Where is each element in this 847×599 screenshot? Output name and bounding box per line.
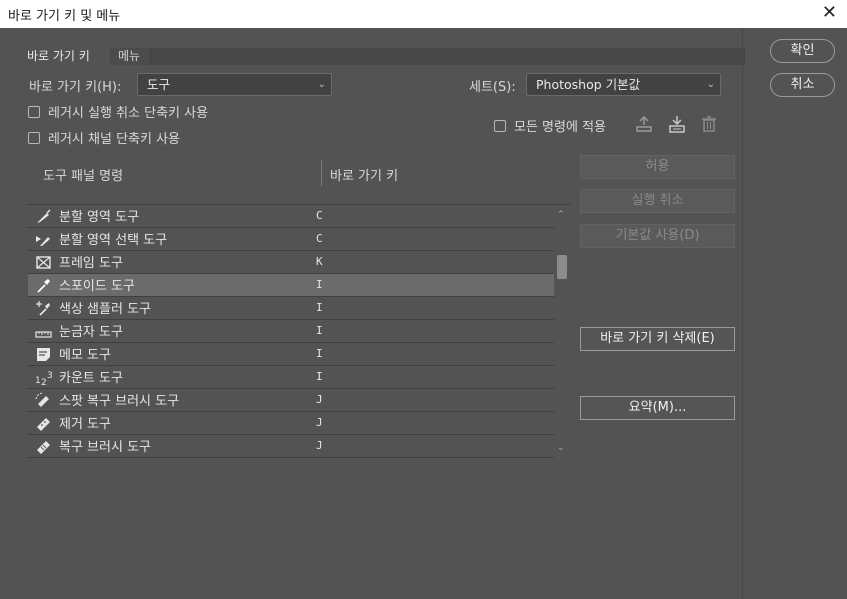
legacy-channel-label: 레거시 채널 단축키 사용	[48, 132, 180, 147]
row-command: 눈금자 도구	[59, 325, 123, 340]
close-icon[interactable]: ✕	[822, 2, 837, 23]
checkbox-box[interactable]	[28, 105, 40, 118]
save-set-icon[interactable]	[634, 114, 654, 134]
row-shortcut: I	[316, 301, 323, 314]
table-row[interactable]: 스팟 복구 브러시 도구 J	[28, 389, 554, 412]
row-shortcut: C	[316, 209, 323, 222]
use-default-button[interactable]: 기본값 사용(D)	[580, 224, 735, 248]
spot-healing-brush-icon	[35, 392, 49, 407]
row-command: 색상 샘플러 도구	[59, 302, 151, 317]
chevron-down-icon: ⌄	[706, 79, 715, 90]
undo-button[interactable]: 실행 취소	[580, 189, 735, 213]
shortcut-table: 분할 영역 도구 C 분할 영역 선택 도구 C 프레임 도구 K 스포이드 도…	[28, 204, 570, 458]
row-shortcut: K	[316, 255, 323, 268]
set-select[interactable]: Photoshop 기본값 ⌄	[526, 73, 721, 96]
tab-menus[interactable]: 메뉴	[111, 48, 149, 65]
new-set-icon[interactable]	[667, 114, 687, 134]
slice-select-tool-icon	[36, 236, 50, 246]
note-tool-icon	[37, 348, 50, 361]
shortcuts-for-value: 도구	[147, 77, 171, 92]
row-command: 스팟 복구 브러시 도구	[59, 394, 180, 409]
count-glyph-b: 2	[41, 378, 47, 386]
scroll-up-icon[interactable]: ⌃	[557, 210, 565, 220]
table-row[interactable]: 복구 브러시 도구 J	[28, 435, 554, 458]
row-command: 프레임 도구	[59, 256, 123, 271]
table-row[interactable]: 분할 영역 도구 C	[28, 205, 554, 228]
remove-tool-icon	[37, 418, 50, 431]
legacy-undo-checkbox[interactable]: 레거시 실행 취소 단축키 사용	[28, 102, 208, 121]
table-row[interactable]: 메모 도구 I	[28, 343, 554, 366]
healing-brush-icon	[37, 441, 50, 454]
table-row[interactable]: 눈금자 도구 I	[28, 320, 554, 343]
row-command: 카운트 도구	[59, 371, 123, 386]
window-title: 바로 가기 키 및 메뉴	[8, 9, 121, 24]
apply-all-checkbox[interactable]: 모든 명령에 적용	[494, 116, 606, 135]
delete-shortcut-button[interactable]: 바로 가기 키 삭제(E)	[580, 327, 735, 351]
row-shortcut: J	[316, 393, 323, 406]
apply-all-label: 모든 명령에 적용	[514, 120, 606, 135]
accept-button[interactable]: 허용	[580, 155, 735, 179]
count-glyph-c: 3	[47, 371, 52, 381]
table-scrollbar[interactable]: ⌃ ⌄	[555, 205, 569, 458]
scroll-thumb[interactable]	[557, 255, 567, 279]
column-header-command: 도구 패널 명령	[43, 169, 124, 184]
column-divider[interactable]	[321, 160, 322, 186]
column-header-shortcut: 바로 가기 키	[330, 169, 399, 184]
checkbox-box[interactable]	[28, 131, 40, 144]
table-row[interactable]: 제거 도구 J	[28, 412, 554, 435]
set-label: 세트(S):	[469, 80, 516, 95]
slice-tool-icon	[37, 209, 51, 223]
trash-icon[interactable]	[699, 114, 719, 134]
row-command: 분할 영역 선택 도구	[59, 233, 168, 248]
legacy-undo-label: 레거시 실행 취소 단축키 사용	[48, 106, 209, 121]
right-panel-divider	[742, 28, 743, 599]
ok-button[interactable]: 확인	[770, 39, 835, 63]
row-shortcut: I	[316, 324, 323, 337]
color-sampler-tool-icon	[36, 301, 50, 316]
tab-shortcuts[interactable]: 바로 가기 키	[20, 48, 110, 65]
cancel-button[interactable]: 취소	[770, 73, 835, 97]
table-row[interactable]: 분할 영역 선택 도구 C	[28, 228, 554, 251]
table-row[interactable]: 색상 샘플러 도구 I	[28, 297, 554, 320]
row-shortcut: C	[316, 232, 323, 245]
scroll-down-icon[interactable]: ⌄	[557, 443, 565, 453]
row-shortcut: J	[316, 439, 323, 452]
legacy-channel-checkbox[interactable]: 레거시 채널 단축키 사용	[28, 128, 180, 147]
shortcuts-for-select[interactable]: 도구 ⌄	[137, 73, 332, 96]
checkbox-box[interactable]	[494, 119, 506, 132]
row-shortcut: I	[316, 370, 323, 383]
table-row[interactable]: 스포이드 도구 I	[28, 274, 554, 297]
row-shortcut: I	[316, 347, 323, 360]
count-tool-icon: 1 2 3	[35, 371, 52, 386]
row-shortcut: I	[316, 278, 323, 291]
set-value: Photoshop 기본값	[536, 77, 641, 92]
eyedropper-tool-icon	[37, 279, 50, 293]
frame-tool-icon	[36, 256, 51, 269]
table-row[interactable]: 1 2 3 카운트 도구 I	[28, 366, 554, 389]
summarize-button[interactable]: 요약(M)...	[580, 396, 735, 420]
row-command: 제거 도구	[59, 417, 111, 432]
shortcuts-for-label: 바로 가기 키(H):	[29, 80, 122, 95]
chevron-down-icon: ⌄	[317, 79, 326, 90]
row-command: 복구 브러시 도구	[59, 440, 151, 455]
title-bar: 바로 가기 키 및 메뉴 ✕	[0, 0, 847, 28]
table-row[interactable]: 프레임 도구 K	[28, 251, 554, 274]
count-glyph-a: 1	[35, 376, 41, 386]
row-command: 분할 영역 도구	[59, 210, 140, 225]
ruler-tool-icon	[35, 331, 52, 338]
row-command: 메모 도구	[59, 348, 111, 363]
row-shortcut: J	[316, 416, 323, 429]
row-command: 스포이드 도구	[59, 279, 135, 294]
